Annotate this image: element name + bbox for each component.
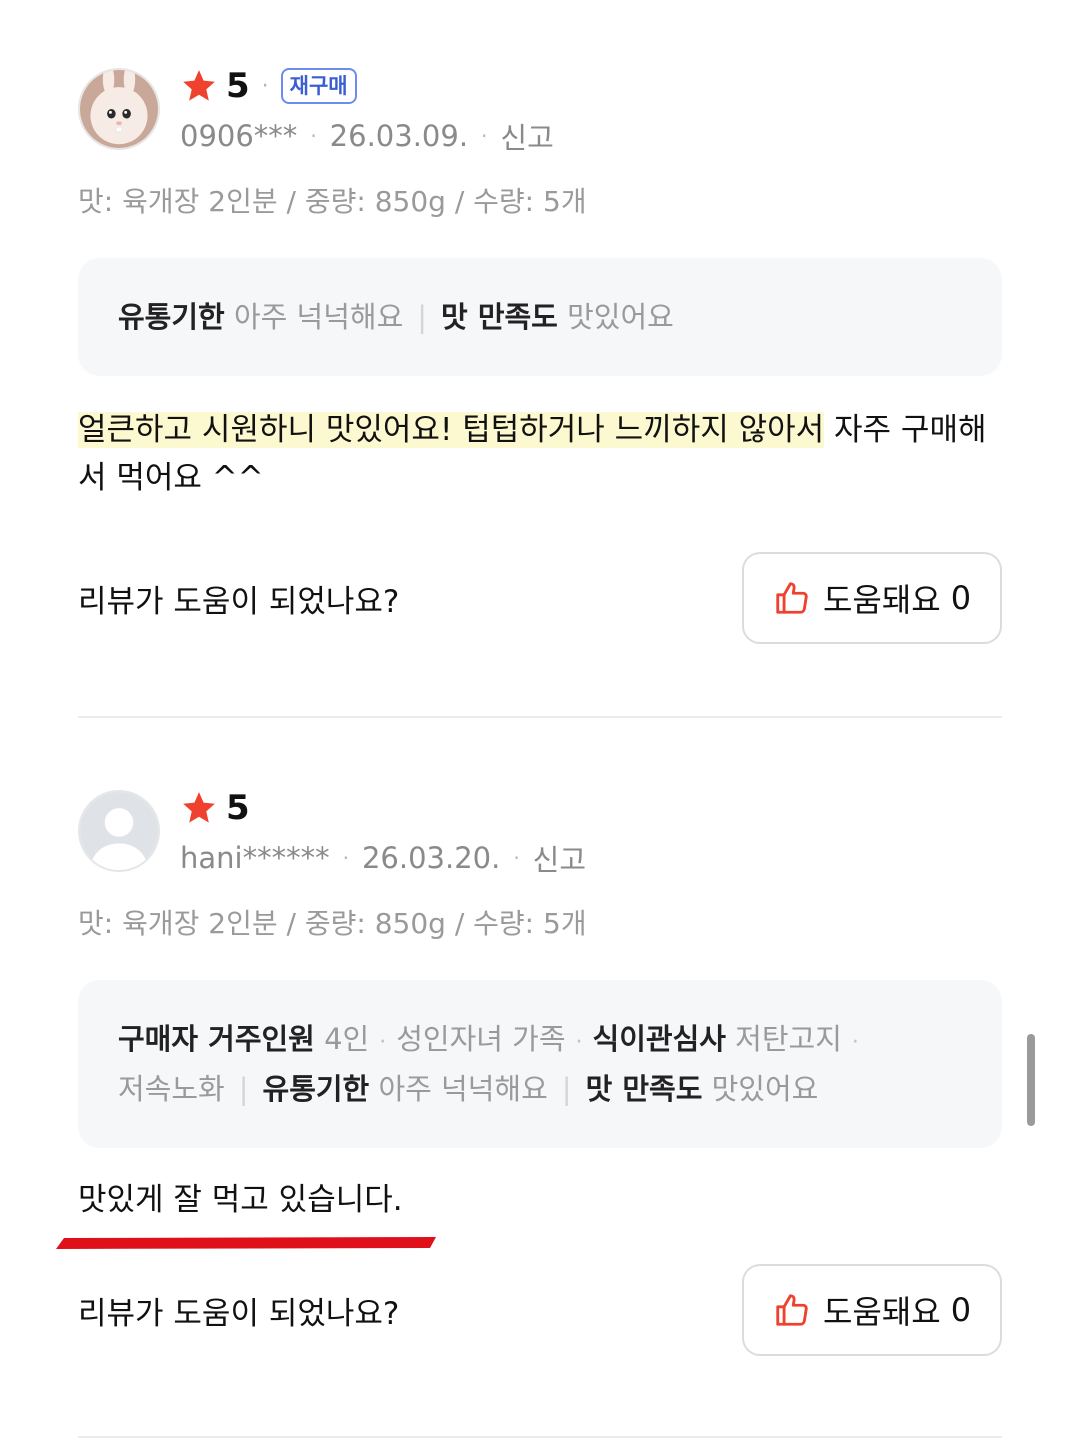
thumbs-up-icon (773, 1291, 811, 1329)
thumbs-up-icon (773, 579, 811, 617)
summary-dot: · (575, 1030, 583, 1055)
review-header: 5 hani****** · 26.03.20. · 신고 (78, 788, 1002, 878)
reviewer-id: hani****** (180, 841, 330, 875)
review-divider (78, 1436, 1002, 1438)
default-user-avatar-icon[interactable] (78, 790, 160, 872)
helpful-row: 리뷰가 도움이 되었나요? 도움돼요 0 (78, 552, 1002, 644)
summary-value: 성인자녀 가족 (396, 1022, 566, 1056)
review-header: 5 · 재구매 0906*** · 26.03.09. · 신고 (78, 66, 1002, 156)
review-summary-box: 유통기한 아주 넉넉해요 | 맛 만족도 맛있어요 (78, 258, 1002, 376)
summary-value: 맛있어요 (711, 1072, 819, 1106)
separator-dot: · (261, 73, 269, 99)
summary-key: 맛 만족도 (441, 300, 558, 334)
helpful-row: 리뷰가 도움이 되었나요? 도움돼요 0 (78, 1264, 1002, 1356)
review-divider (78, 716, 1002, 718)
rating-value: 5 (226, 66, 250, 106)
star-icon (180, 67, 218, 105)
report-link[interactable]: 신고 (533, 837, 586, 879)
red-underline-annotation (56, 1237, 436, 1249)
star-icon (180, 789, 218, 827)
summary-value: 저속노화 (118, 1072, 225, 1106)
review-meta: 0906*** · 26.03.09. · 신고 (180, 116, 554, 156)
reviewer-id: 0906*** (180, 119, 298, 153)
summary-key: 식이관심사 (592, 1022, 726, 1056)
helpful-question: 리뷰가 도움이 되었나요? (78, 584, 400, 620)
summary-dot: · (379, 1030, 387, 1055)
review-header-info: 5 · 재구매 0906*** · 26.03.09. · 신고 (180, 66, 554, 156)
summary-divider: | (238, 1072, 249, 1106)
helpful-button[interactable]: 도움돼요 0 (742, 552, 1002, 644)
summary-key: 유통기한 (118, 300, 225, 334)
summary-value: 저탄고지 (735, 1022, 842, 1056)
purchase-options: 맛: 육개장 2인분 / 중량: 850g / 수량: 5개 (78, 185, 587, 218)
review-date: 26.03.20. (361, 841, 501, 875)
review-body: 맛있게 잘 먹고 있습니다. (78, 1182, 403, 1218)
separator-dot: · (310, 124, 317, 148)
purchase-options: 맛: 육개장 2인분 / 중량: 850g / 수량: 5개 (78, 907, 587, 940)
review-header-info: 5 hani****** · 26.03.20. · 신고 (180, 788, 586, 878)
repurchase-badge: 재구매 (280, 68, 357, 104)
helpful-count: 0 (950, 1291, 972, 1329)
summary-value: 4인 (324, 1022, 370, 1056)
summary-divider: | (561, 1072, 572, 1106)
review-card: 5 hani****** · 26.03.20. · 신고 맛: 육개장 2인분… (78, 788, 1002, 1356)
review-date: 26.03.09. (329, 119, 469, 153)
helpful-label: 도움돼요 (822, 581, 941, 619)
summary-divider: | (417, 300, 428, 334)
rating-value: 5 (226, 788, 250, 828)
review-body-highlight: 얼큰하고 시원하니 맛있어요! 텁텁하거나 느끼하지 않아서 (78, 412, 825, 448)
review-card: 5 · 재구매 0906*** · 26.03.09. · 신고 맛: 육개장 … (78, 66, 1002, 644)
summary-value: 맛있어요 (567, 300, 674, 334)
rabbit-avatar-icon[interactable] (78, 68, 160, 150)
separator-dot: · (513, 846, 520, 870)
summary-key: 유통기한 (262, 1072, 370, 1106)
summary-dot: · (851, 1030, 859, 1055)
rating-row: 5 (180, 788, 586, 828)
review-body: 얼큰하고 시원하니 맛있어요! 텁텁하거나 느끼하지 않아서 자주 구매해서 먹… (78, 406, 1002, 502)
summary-key: 맛 만족도 (585, 1072, 703, 1106)
review-meta: hani****** · 26.03.20. · 신고 (180, 838, 586, 878)
helpful-count: 0 (950, 579, 972, 617)
helpful-label: 도움돼요 (822, 1293, 941, 1331)
separator-dot: · (481, 124, 488, 148)
helpful-question: 리뷰가 도움이 되었나요? (78, 1296, 400, 1332)
summary-value: 아주 넉넉해요 (233, 300, 404, 334)
summary-value: 아주 넉넉해요 (378, 1072, 548, 1106)
separator-dot: · (342, 846, 349, 870)
summary-key: 구매자 거주인원 (118, 1022, 315, 1056)
scrollbar[interactable] (1027, 1034, 1035, 1126)
review-summary-box: 구매자 거주인원 4인 · 성인자녀 가족 · 식이관심사 저탄고지 · 저속노화 | 유통기… (78, 980, 1002, 1148)
rating-row: 5 · 재구매 (180, 66, 554, 106)
report-link[interactable]: 신고 (500, 115, 553, 157)
helpful-button[interactable]: 도움돼요 0 (742, 1264, 1002, 1356)
